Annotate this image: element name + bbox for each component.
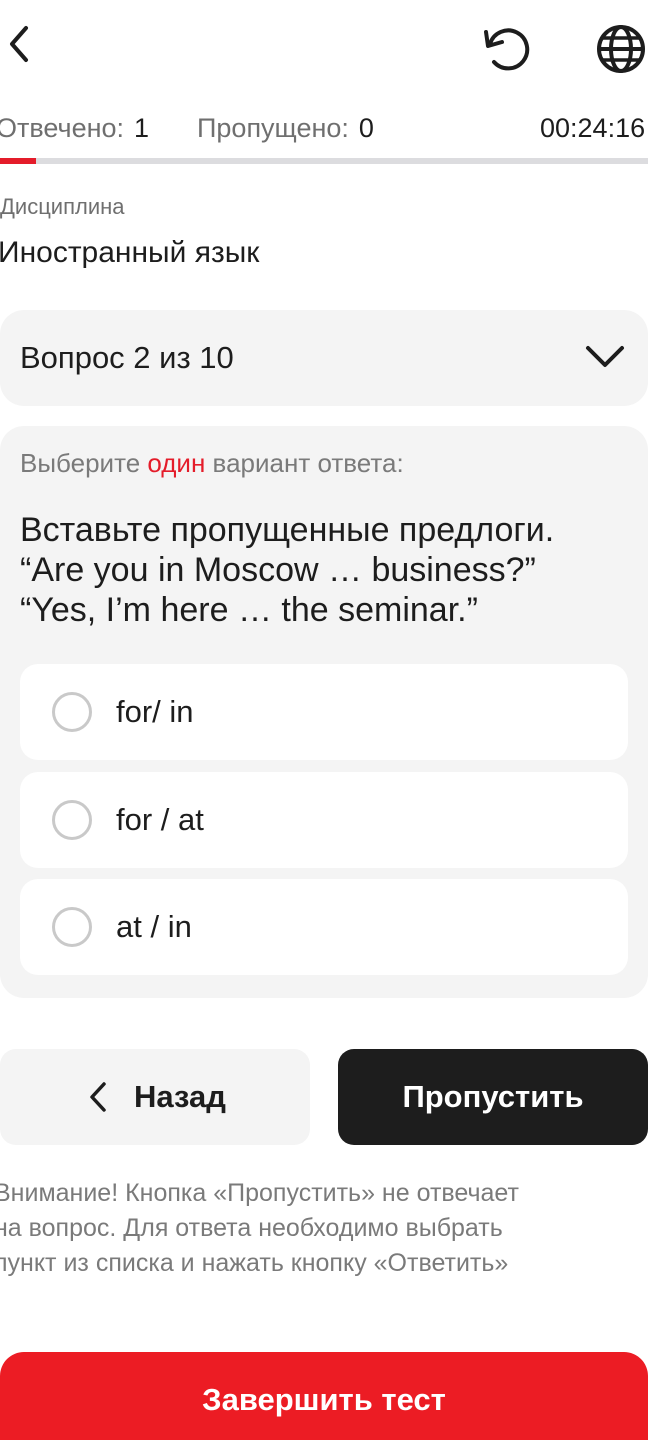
question-select-dropdown[interactable]: Вопрос 2 из 10 (0, 310, 648, 406)
discipline-value: Иностранный язык (0, 236, 260, 269)
top-bar (0, 0, 648, 96)
skipped-value: 0 (358, 113, 374, 143)
skipped-count: Пропущено: 0 (197, 108, 374, 148)
answer-option[interactable]: at / in (20, 879, 628, 975)
instruction-text-after: вариант ответа: (205, 448, 404, 478)
chevron-left-icon (86, 1080, 110, 1114)
test-screen: Отвечено: 1 Пропущено: 0 00:24:16 Дисципли… (0, 0, 648, 1440)
instruction-accent: один (147, 448, 206, 478)
answer-option-label: at / in (116, 909, 192, 944)
answer-option-label: for/ in (116, 694, 194, 729)
instruction-text-before: Выберите (20, 448, 148, 478)
answered-value: 1 (134, 113, 150, 143)
radio-button[interactable] (52, 800, 92, 840)
skip-warning: Внимание! Кнопка «Пропустить» не отвечае… (0, 1176, 644, 1281)
back-button-label: Назад (134, 1079, 226, 1114)
radio-button[interactable] (52, 692, 92, 732)
globe-icon[interactable] (594, 22, 648, 76)
radio-button[interactable] (52, 907, 92, 947)
discipline-label: Дисциплина (0, 194, 125, 219)
warning-line: на вопрос. Для ответа необходимо выбрать (0, 1214, 503, 1242)
reset-icon[interactable] (480, 22, 534, 76)
chevron-left-icon[interactable] (0, 22, 40, 66)
warning-line: Внимание! Кнопка «Пропустить» не отвечае… (0, 1179, 519, 1207)
chevron-down-icon[interactable] (584, 336, 626, 378)
question-select-label: Вопрос 2 из 10 (20, 340, 234, 375)
question-line: Вставьте пропущенные предлоги. (20, 511, 555, 549)
question-line: “Yes, I’m here … the seminar.” (20, 591, 478, 629)
answered-count: Отвечено: 1 (0, 108, 149, 148)
test-stats: Отвечено: 1 Пропущено: 0 00:24:16 (0, 108, 648, 148)
skipped-label: Пропущено: (197, 113, 349, 143)
progress-fill (0, 158, 36, 164)
finish-test-button[interactable]: Завершить тест (0, 1352, 648, 1440)
timer: 00:24:16 (540, 113, 646, 143)
answered-label: Отвечено: (0, 113, 125, 143)
warning-line: пункт из списка и нажать кнопку «Ответит… (0, 1249, 509, 1277)
answer-option-label: for / at (116, 802, 204, 837)
question-line: “Are you in Moscow … business?” (20, 551, 536, 589)
answer-option[interactable]: for/ in (20, 664, 628, 760)
question-text: Вставьте пропущенные предлоги. “Are you … (20, 510, 630, 630)
answer-instruction: Выберите один вариант ответа: (20, 448, 404, 479)
answer-option[interactable]: for / at (20, 772, 628, 868)
progress-bar (0, 158, 648, 164)
skip-button[interactable]: Пропустить (338, 1049, 648, 1145)
